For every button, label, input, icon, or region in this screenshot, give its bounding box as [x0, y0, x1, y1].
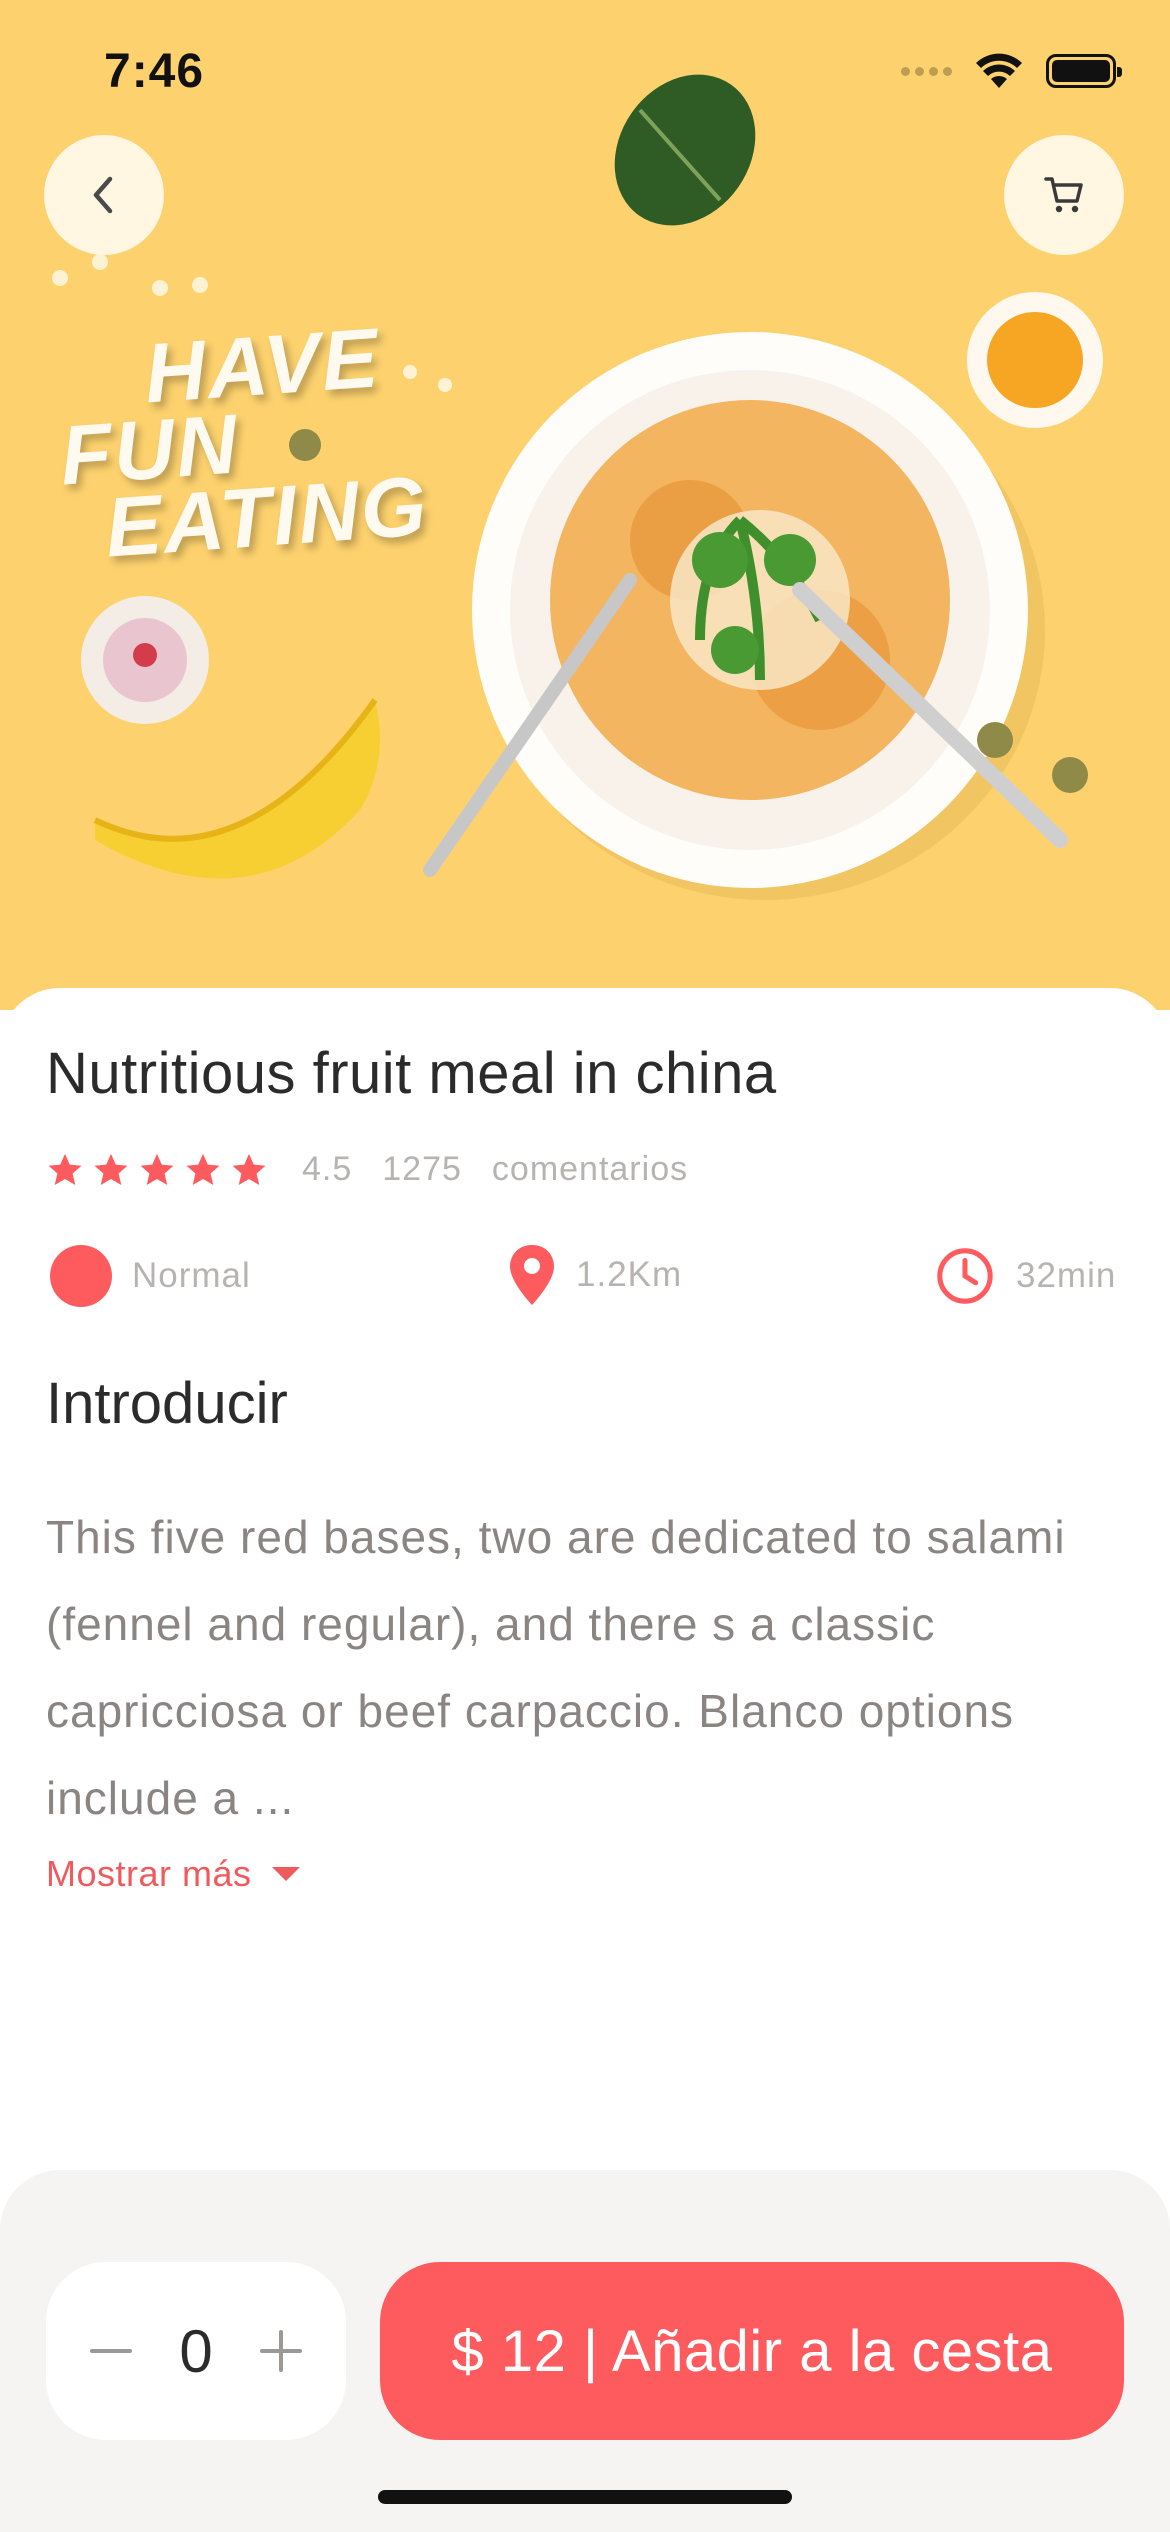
- minus-icon[interactable]: [88, 2328, 134, 2374]
- product-title: Nutritious fruit meal in china: [46, 1041, 777, 1106]
- distance-label: 1.2Km: [576, 1255, 683, 1294]
- quantity-value: 0: [179, 2317, 213, 2385]
- reviews-label: comentarios: [491, 1150, 689, 1188]
- banana: [93, 698, 380, 879]
- show-more-link[interactable]: Mostrar más: [46, 1853, 302, 1895]
- cart-icon: [1044, 177, 1083, 213]
- banner-line: EATING: [102, 458, 432, 575]
- show-more-label: Mostrar más: [46, 1853, 252, 1894]
- time-info: 32min: [934, 1245, 1116, 1307]
- time-label: 32min: [1016, 1256, 1117, 1295]
- quantity-stepper: 0: [46, 2262, 346, 2440]
- star-icon: [94, 1153, 128, 1185]
- back-icon: [93, 176, 113, 214]
- level-label: Normal: [132, 1256, 251, 1295]
- level-info: Normal: [50, 1245, 251, 1307]
- banner-text: HAVE FUN EATING: [53, 310, 432, 575]
- leaf-decoration: [614, 74, 756, 226]
- star-icon: [140, 1153, 174, 1185]
- home-indicator: [378, 2490, 792, 2504]
- caret-down-icon: [271, 1867, 300, 1881]
- section-title: Introducir: [46, 1371, 288, 1436]
- plus-icon[interactable]: [258, 2328, 304, 2374]
- distance-info: 1.2Km: [508, 1245, 682, 1305]
- clock-icon: [937, 1248, 993, 1304]
- reviews-count: 1275: [382, 1150, 462, 1188]
- level-dot-icon: [50, 1245, 112, 1307]
- back-button[interactable]: [44, 135, 164, 255]
- hero-image: 7:46 HAVE FUN EATING: [0, 0, 1170, 1010]
- add-to-cart-button[interactable]: $ 12 | Añadir a la cesta: [380, 2262, 1124, 2440]
- cupcake: [81, 596, 209, 724]
- rating-row: 4.5 1275 comentarios: [46, 1150, 718, 1189]
- star-icon: [232, 1153, 266, 1185]
- description-text: This five red bases, two are dedicated t…: [46, 1511, 1066, 1824]
- rating-value: 4.5: [302, 1150, 353, 1188]
- star-icon: [48, 1153, 82, 1185]
- star-icon: [186, 1153, 220, 1185]
- honey-bowl: [967, 292, 1103, 428]
- cart-button[interactable]: [1004, 135, 1124, 255]
- rating-stars: [46, 1151, 268, 1189]
- location-pin-icon: [510, 1245, 554, 1305]
- banner-line: HAVE: [141, 310, 383, 421]
